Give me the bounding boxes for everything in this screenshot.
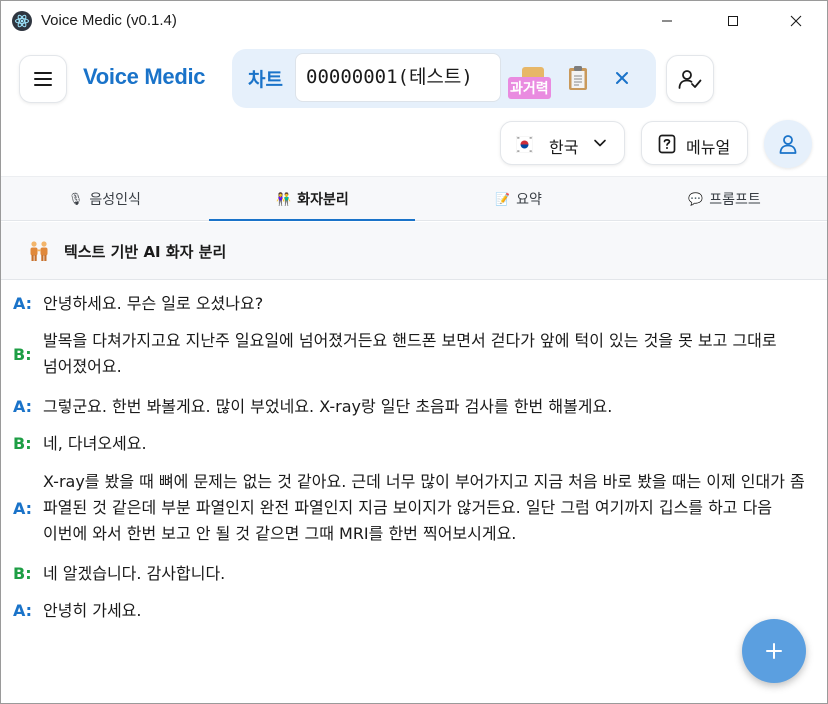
tab-label: 화자분리 — [297, 192, 349, 208]
utterance-text: 안녕하세요. 무슨 일로 오셨나요? — [43, 294, 264, 313]
speaker-label: A: — [13, 294, 33, 313]
manual-label: 메뉴얼 — [686, 138, 731, 157]
clipboard-button[interactable] — [566, 65, 590, 91]
close-icon — [616, 72, 628, 84]
chart-number-field[interactable]: 00000001(테스트) — [295, 53, 501, 102]
hamburger-icon — [34, 72, 52, 86]
utterance-text: 발목을 다쳐가지고요 지난주 일요일에 넘어졌거든요 핸드폰 보면서 걷다가 앞… — [43, 331, 777, 376]
memo-icon: 📝 — [495, 192, 511, 206]
section-header: 텍스트 기반 AI 화자 분리 — [1, 222, 827, 280]
tab-label: 요약 — [516, 192, 542, 208]
speaker-label: B: — [13, 345, 32, 364]
utterance-text: 네, 다녀오세요. — [43, 434, 147, 453]
speaker-label: B: — [13, 564, 32, 583]
speaker-label: A: — [13, 601, 33, 620]
people-icon — [30, 241, 48, 261]
speaker-label: A: — [13, 499, 33, 518]
user-icon — [779, 135, 797, 154]
manual-button[interactable]: 메뉴얼 — [641, 121, 748, 165]
history-button[interactable]: 과거력 — [508, 67, 562, 101]
tab-label: 음성인식 — [89, 192, 141, 208]
korea-flag-icon — [516, 136, 533, 153]
tab-label: 프롬프트 — [709, 192, 761, 208]
people-icon: 👫 — [276, 192, 292, 206]
chart-panel: 차트 00000001(테스트) 과거력 — [232, 49, 656, 108]
maximize-button[interactable] — [710, 7, 756, 35]
microphone-icon: 🎙 — [68, 192, 84, 206]
app-window: Voice Medic (v0.1.4) Voice Medic 차트 0000… — [0, 0, 828, 704]
patient-verify-button[interactable] — [666, 55, 714, 103]
utterance-text: 네 알겠습니다. 감사합니다. — [43, 564, 226, 583]
electron-app-icon — [12, 11, 32, 31]
tab-bar: 🎙 음성인식 👫 화자분리 📝 요약 💬 프롬프트 — [1, 176, 827, 221]
clipboard-icon — [569, 66, 587, 90]
maximize-icon — [728, 16, 738, 26]
close-icon — [790, 15, 802, 27]
user-check-icon — [678, 70, 702, 89]
brand-logo-text: Voice Medic — [83, 64, 206, 89]
language-select[interactable]: 한국 — [500, 121, 625, 165]
window-title: Voice Medic (v0.1.4) — [41, 12, 177, 29]
utterance-text: X-ray를 봤을 때 뼈에 문제는 없는 것 같아요. 근데 너무 많이 부어… — [43, 472, 805, 543]
tab-speech-recognition[interactable]: 🎙 음성인식 — [1, 177, 208, 221]
speech-bubble-icon: 💬 — [688, 192, 704, 206]
tab-summary[interactable]: 📝 요약 — [415, 177, 622, 221]
minimize-icon — [662, 20, 672, 22]
minimize-button[interactable] — [644, 7, 690, 35]
chevron-down-icon — [594, 139, 606, 147]
section-title: 텍스트 기반 AI 화자 분리 — [64, 243, 227, 261]
tab-speaker-diarization[interactable]: 👫 화자분리 — [209, 177, 416, 221]
speaker-label: B: — [13, 434, 32, 453]
active-tab-indicator — [209, 219, 415, 221]
tab-prompt[interactable]: 💬 프롬프트 — [621, 177, 827, 221]
utterance-text: 그렇군요. 한번 봐볼게요. 많이 부었네요. X-ray랑 일단 초음파 검사… — [43, 397, 613, 416]
help-document-icon — [658, 134, 676, 154]
language-label: 한국 — [549, 138, 579, 157]
history-label: 과거력 — [508, 77, 551, 99]
clear-chart-button[interactable] — [610, 66, 634, 90]
plus-icon — [766, 643, 782, 659]
menu-button[interactable] — [19, 55, 67, 103]
speaker-label: A: — [13, 397, 33, 416]
utterance-text: 안녕히 가세요. — [43, 601, 142, 620]
profile-button[interactable] — [764, 120, 812, 168]
add-button[interactable] — [742, 619, 806, 683]
close-window-button[interactable] — [773, 7, 819, 35]
title-bar: Voice Medic (v0.1.4) — [1, 1, 827, 41]
chart-label: 차트 — [248, 69, 283, 91]
